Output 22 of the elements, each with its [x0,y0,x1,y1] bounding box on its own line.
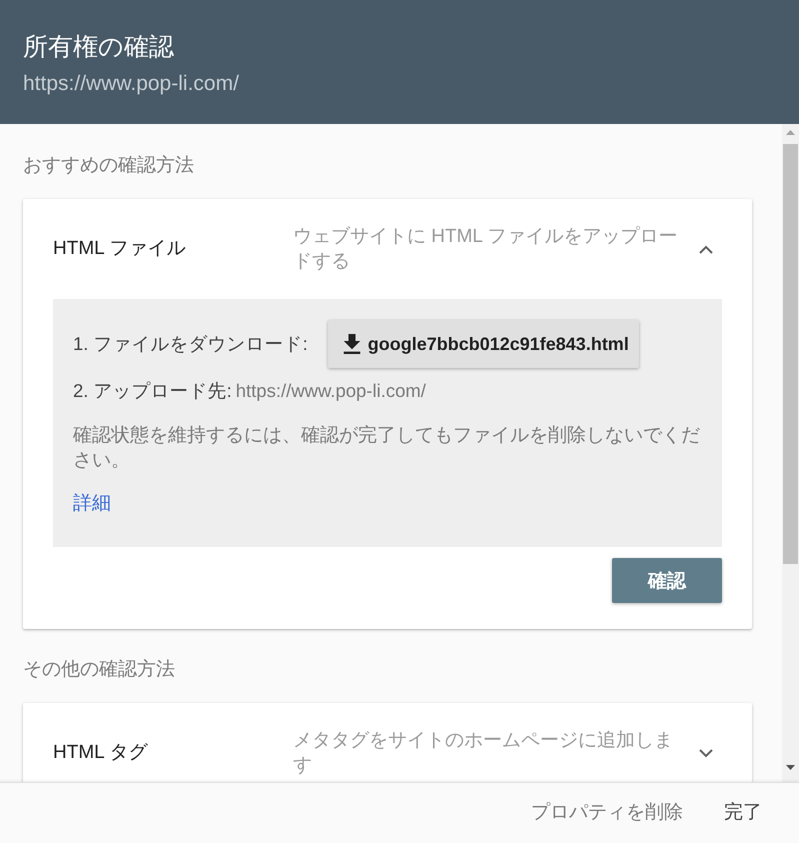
footer-button[interactable]: プロパティを削除 [523,794,691,832]
download-file-button[interactable]: google7bbcb012c91fe843.html [328,320,639,368]
scroll-down-icon[interactable] [786,765,795,770]
download-icon [342,334,361,354]
verify-button[interactable]: 確認 [612,558,722,603]
note-text: 確認状態を維持するには、確認が完了してもファイルを削除しないでください。 [73,424,700,473]
method-description: ウェブサイトに HTML ファイルをアップロードする [293,225,679,274]
section-heading: おすすめの確認方法 [23,154,194,178]
dialog-title: 所有権の確認 [23,32,174,63]
step-label: 1. ファイルをダウンロード: [73,332,308,356]
step-label: 2. アップロード先: [73,379,232,403]
property-url: https://www.pop-li.com/ [23,71,239,97]
footer-button[interactable]: 完了 [716,794,770,832]
destination-url: https://www.pop-li.com/ [236,379,426,403]
chevron-up-icon[interactable] [699,244,713,254]
method-name[interactable]: HTML ファイル [53,238,186,259]
method-name[interactable]: HTML タグ [53,742,148,763]
details-link[interactable]: 詳細 [73,491,111,517]
chevron-down-icon[interactable] [699,748,713,758]
method-description: メタタグをサイトのホームページに追加します [293,729,674,778]
section-heading: その他の確認方法 [23,658,175,682]
scrollbar-thumb[interactable] [783,144,798,564]
